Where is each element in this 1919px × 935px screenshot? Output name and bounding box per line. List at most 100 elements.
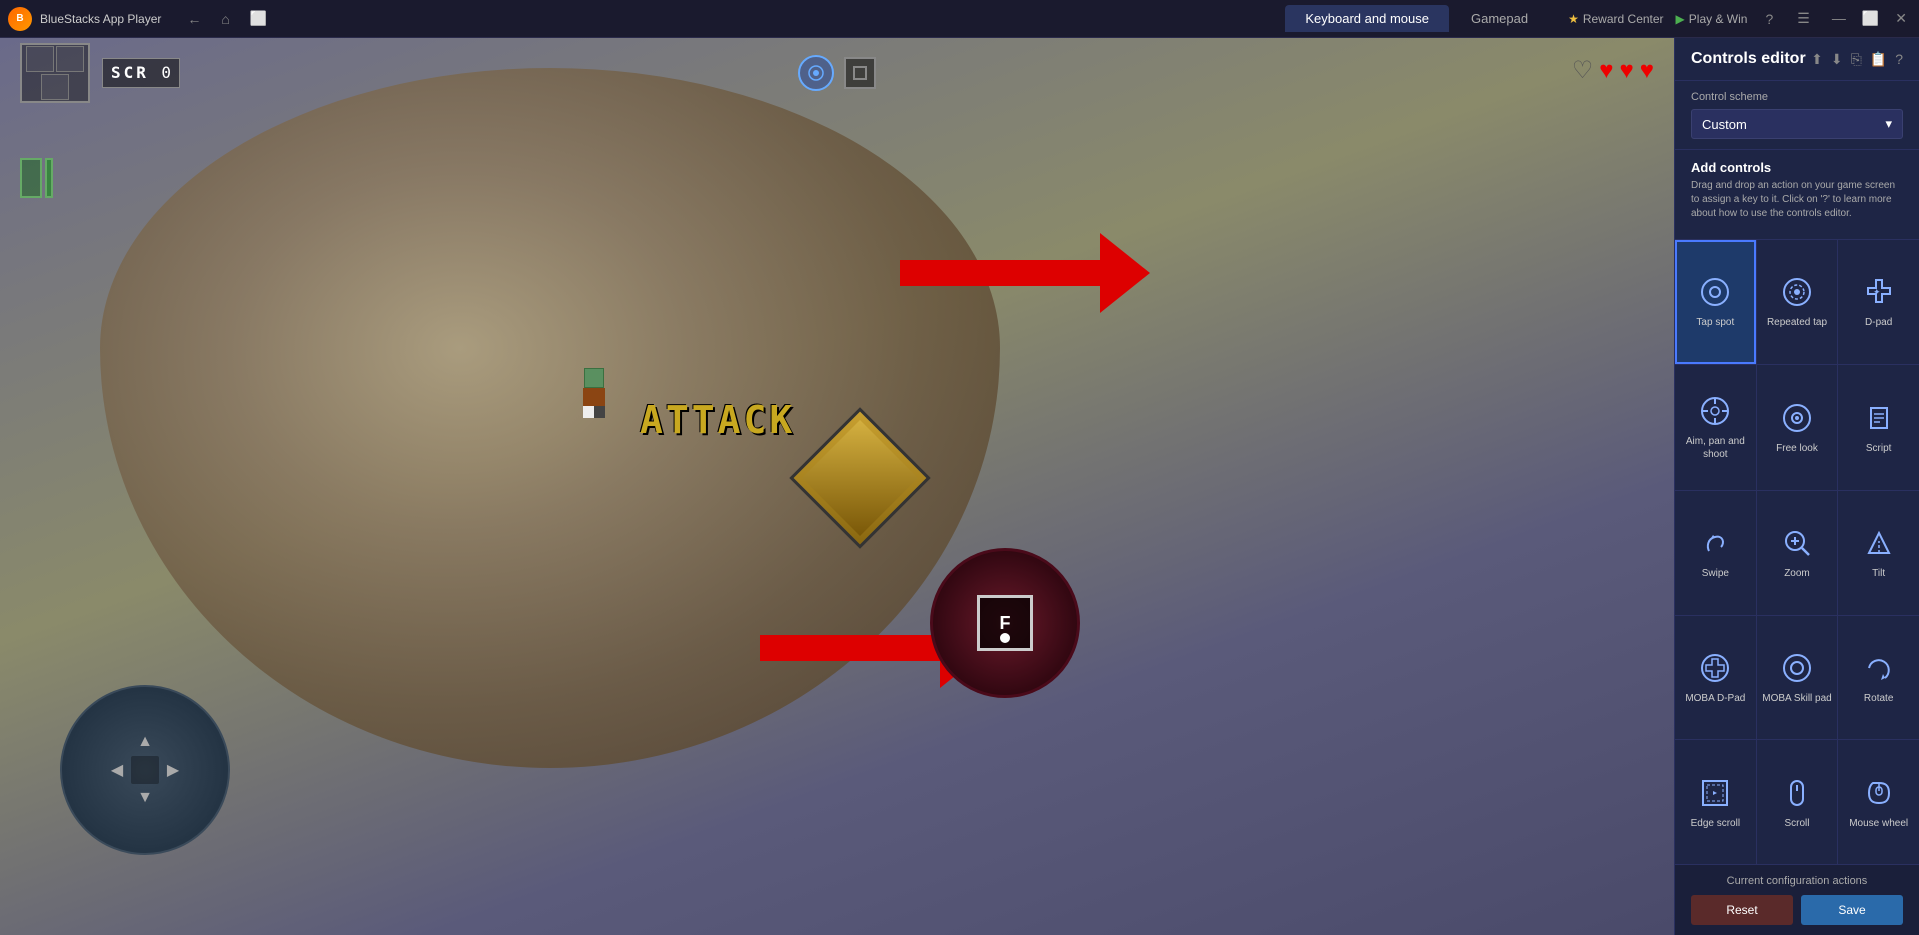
- player-legs: [583, 406, 605, 418]
- sidebar-title: Controls editor: [1691, 50, 1806, 68]
- sidebar-footer: Current configuration actions Reset Save: [1675, 864, 1919, 935]
- minimize-button[interactable]: —: [1828, 8, 1850, 29]
- upload-icon[interactable]: ⬆: [1811, 51, 1823, 68]
- edge-scroll-icon: [1697, 775, 1733, 811]
- dpad-arrow-nw: [103, 728, 131, 756]
- attack-text: ATTACK: [640, 398, 795, 442]
- reset-button[interactable]: Reset: [1691, 895, 1793, 925]
- control-item-swipe[interactable]: Swipe: [1675, 491, 1756, 615]
- zoom-icon: [1779, 525, 1815, 561]
- save-button[interactable]: Save: [1801, 895, 1903, 925]
- dpad-center: [131, 756, 159, 784]
- tab-keyboard-mouse[interactable]: Keyboard and mouse: [1285, 5, 1449, 32]
- download-icon[interactable]: ⬇: [1831, 51, 1843, 68]
- hud-square-icon: [844, 57, 876, 89]
- d-pad-label: D-pad: [1865, 316, 1892, 329]
- play-icon: ▶: [1676, 12, 1685, 26]
- dpad-arrows: ▲ ◀ ▶ ▼: [103, 728, 187, 812]
- control-item-zoom[interactable]: Zoom: [1757, 491, 1838, 615]
- swipe-label: Swipe: [1702, 567, 1729, 580]
- dpad-arrow-n[interactable]: ▲: [131, 728, 159, 756]
- control-item-edge-scroll[interactable]: Edge scroll: [1675, 740, 1756, 864]
- control-item-repeated-tap[interactable]: Repeated tap: [1757, 240, 1838, 364]
- repeated-tap-label: Repeated tap: [1767, 316, 1827, 329]
- moba-skill-pad-icon: [1779, 650, 1815, 686]
- control-item-mouse-wheel[interactable]: Mouse wheel: [1838, 740, 1919, 864]
- weapon-inner: [802, 420, 918, 536]
- footer-buttons: Reset Save: [1691, 895, 1903, 925]
- inventory-panel: [20, 43, 90, 103]
- star-icon: ★: [1568, 12, 1579, 26]
- current-config-label: Current configuration actions: [1691, 875, 1903, 887]
- scroll-label: Scroll: [1784, 817, 1809, 830]
- control-item-script[interactable]: Script: [1838, 365, 1919, 491]
- arrow-1-head: [1100, 233, 1150, 313]
- control-item-aim-pan-shoot[interactable]: Aim, pan and shoot: [1675, 365, 1756, 491]
- attack-btn-f-label: F: [1000, 613, 1011, 634]
- restore-button[interactable]: ⬜: [1858, 8, 1883, 29]
- hud-top: SCR 0 ♡ ♥ ♥: [0, 48, 1674, 98]
- attack-btn-content: F: [977, 595, 1033, 651]
- hud-green-block-1: [20, 158, 42, 198]
- mouse-wheel-label: Mouse wheel: [1849, 817, 1908, 830]
- hud-circle-icon: [798, 55, 834, 91]
- menu-button[interactable]: ☰: [1791, 8, 1816, 29]
- control-item-scroll[interactable]: Scroll: [1757, 740, 1838, 864]
- aim-pan-shoot-icon: [1697, 393, 1733, 429]
- dpad-arrow-ne: [159, 728, 187, 756]
- d-pad-icon: ✦: [1861, 274, 1897, 310]
- reward-center-btn[interactable]: ★ Reward Center: [1568, 12, 1663, 26]
- play-win-btn[interactable]: ▶ Play & Win: [1676, 12, 1748, 26]
- dpad-container: ▲ ◀ ▶ ▼: [60, 685, 230, 855]
- dpad-arrow-s[interactable]: ▼: [131, 784, 159, 812]
- player-leg-right: [594, 406, 605, 418]
- dpad-arrow-w[interactable]: ◀: [103, 756, 131, 784]
- help-sidebar-icon[interactable]: ?: [1895, 51, 1903, 68]
- close-button[interactable]: ✕: [1891, 8, 1911, 29]
- attack-button-circle[interactable]: F: [930, 548, 1080, 698]
- tap-spot-label: Tap spot: [1696, 316, 1734, 329]
- paste-icon[interactable]: 📋: [1870, 51, 1887, 68]
- free-look-icon: [1779, 400, 1815, 436]
- control-item-d-pad[interactable]: ✦ D-pad: [1838, 240, 1919, 364]
- tap-spot-icon: [1697, 274, 1733, 310]
- help-button[interactable]: ?: [1759, 9, 1779, 29]
- script-icon: [1861, 400, 1897, 436]
- tab-gamepad[interactable]: Gamepad: [1451, 5, 1548, 32]
- player-character: [580, 368, 608, 418]
- player-leg-left: [583, 406, 594, 418]
- controls-grid: Tap spot Repeated tap ✦ D-pad Aim, pan and s…: [1675, 240, 1919, 864]
- control-scheme-dropdown[interactable]: Custom ▾: [1691, 109, 1903, 139]
- heart-2: ♥: [1599, 57, 1613, 85]
- control-item-tilt[interactable]: Tilt: [1838, 491, 1919, 615]
- rotate-icon: [1861, 650, 1897, 686]
- control-item-moba-skill-pad[interactable]: MOBA Skill pad: [1757, 616, 1838, 740]
- score-label: SCR: [111, 63, 149, 82]
- copy-icon[interactable]: ⎘: [1851, 51, 1862, 68]
- dpad-arrow-sw: [103, 784, 131, 812]
- settings-icon: [807, 64, 825, 82]
- dpad-arrow-e[interactable]: ▶: [159, 756, 187, 784]
- inv-row-2: [41, 74, 69, 100]
- hud-green-block-2: [45, 158, 53, 198]
- control-item-moba-d-pad[interactable]: MOBA D-Pad: [1675, 616, 1756, 740]
- weapon-icon: [789, 407, 930, 548]
- back-button[interactable]: ←: [181, 9, 207, 29]
- control-item-tap-spot[interactable]: Tap spot: [1675, 240, 1756, 364]
- add-controls-desc: Drag and drop an action on your game scr…: [1691, 179, 1903, 221]
- home-button[interactable]: ⌂: [215, 9, 235, 29]
- inv-row-1: [26, 46, 84, 72]
- hud-bottom-left-icons: [20, 158, 53, 198]
- moba-d-pad-icon: [1697, 650, 1733, 686]
- dpad-arrow-se: [159, 784, 187, 812]
- tab-button[interactable]: ⬜: [244, 8, 273, 29]
- add-controls-section: Add controls Drag and drop an action on …: [1675, 150, 1919, 240]
- titlebar-nav: ← ⌂ ⬜: [181, 8, 273, 29]
- hud-hearts: ♡ ♥ ♥ ♥: [1572, 56, 1654, 85]
- control-item-free-look[interactable]: Free look: [1757, 365, 1838, 491]
- inv-slot: [56, 46, 84, 72]
- dropdown-chevron-icon: ▾: [1885, 116, 1892, 132]
- control-item-rotate[interactable]: Rotate: [1838, 616, 1919, 740]
- square-inner: [853, 66, 867, 80]
- sidebar-header-icons: ⬆ ⬇ ⎘ 📋 ?: [1811, 51, 1903, 68]
